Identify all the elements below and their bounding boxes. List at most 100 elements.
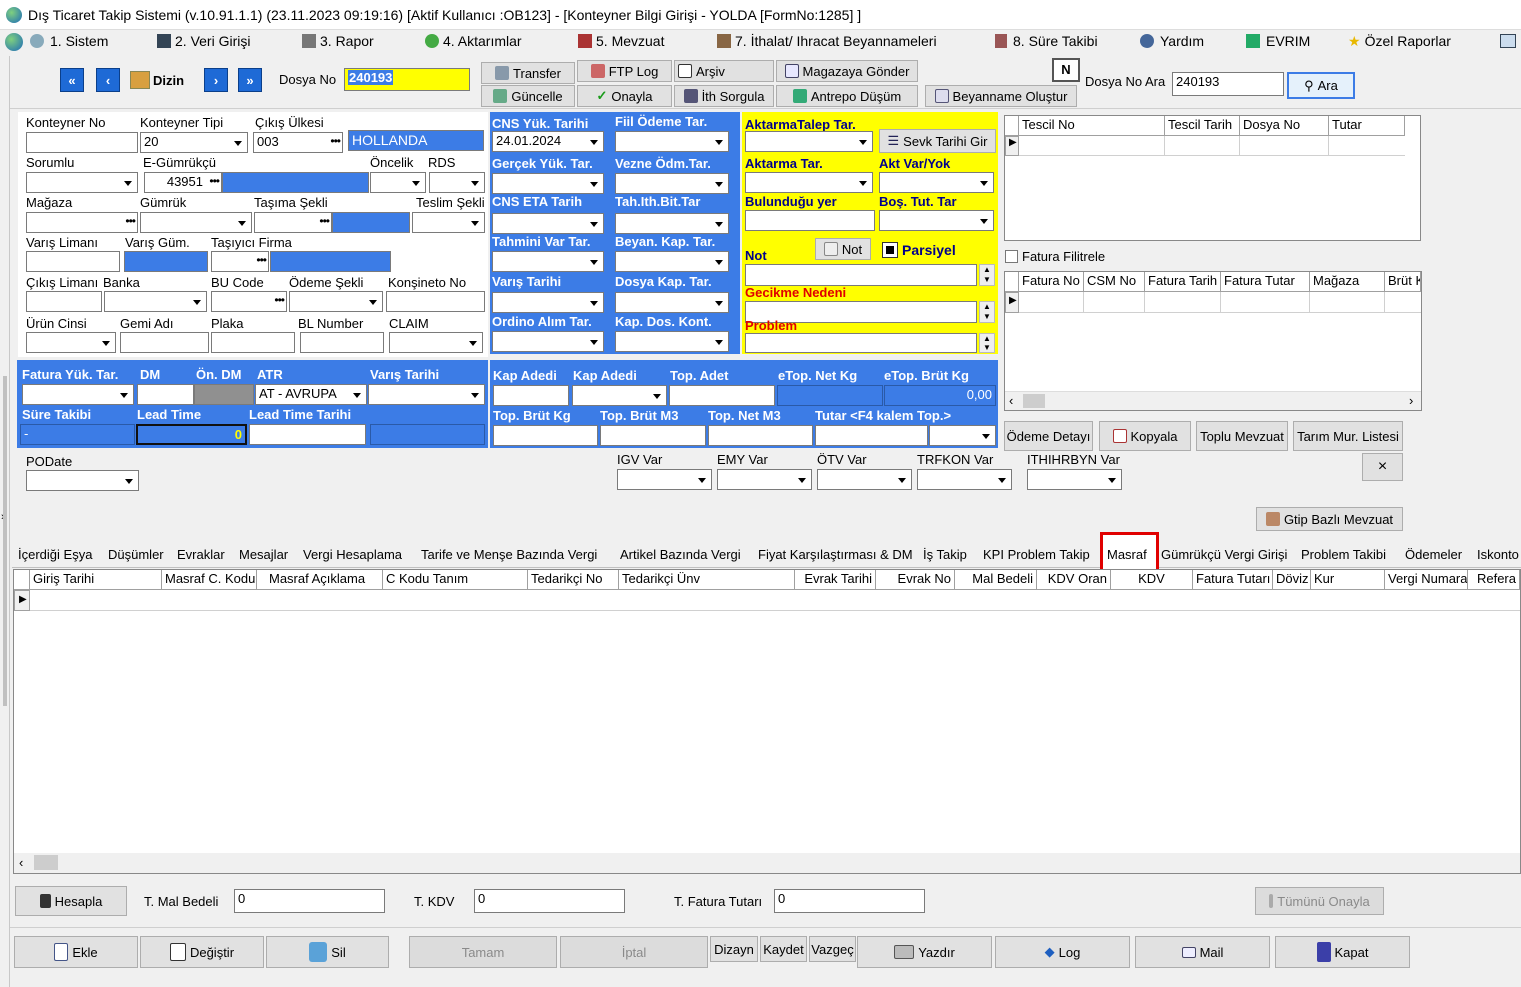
menu-rapor[interactable]: 3. Rapor [302,33,374,49]
not-scroll[interactable]: ▲ ▼ [979,264,995,286]
gemi-adi-input[interactable] [120,332,209,353]
e-gumrukcu-input[interactable]: 43951 ••• [144,172,222,193]
scroll-left-icon[interactable]: ‹ [1009,393,1013,408]
masraf-col-header[interactable]: Tedarikçi Ünv [619,570,795,590]
tab-artikel-bazinda[interactable]: Artikel Bazında Vergi [620,545,741,565]
otv-var-select[interactable] [817,469,912,490]
kaydet-button[interactable]: Kaydet [760,936,807,962]
bu-code-input[interactable]: ••• [211,291,287,312]
parsiyel-checkbox[interactable] [882,242,898,258]
sorumlu-select[interactable] [26,172,138,193]
tab-kpi-problem[interactable]: KPI Problem Takip [983,545,1090,565]
fatura-col-header[interactable]: Mağaza [1310,272,1385,292]
tab-evraklar[interactable]: Evraklar [177,545,225,565]
lookup-dots-icon[interactable]: ••• [209,174,220,188]
dosya-kap-select[interactable] [615,292,729,313]
masraf-hscrollbar[interactable]: ‹ [14,853,1520,873]
beyan-kap-select[interactable] [615,251,729,272]
scroll-thumb[interactable] [1023,394,1045,408]
menu-aktarimlar[interactable]: 4. Aktarımlar [425,33,522,49]
tamam-button[interactable]: Tamam [409,936,557,968]
top-net-m3-input[interactable] [708,425,813,446]
not-button[interactable]: Not [815,238,871,260]
fatura-row[interactable] [1019,292,1421,313]
degistir-button[interactable]: Değiştir [140,936,264,968]
plaka-input[interactable] [211,332,295,353]
menu-evrim[interactable]: EVRIM [1246,33,1310,49]
menu-mevzuat[interactable]: 5. Mevzuat [578,33,664,49]
cikis-ulkesi-code-input[interactable]: 003 ••• [253,132,343,153]
urun-cinsi-select[interactable] [26,332,116,353]
tab-dusumler[interactable]: Düşümler [108,545,164,565]
vezne-odm-select[interactable] [615,173,729,194]
ithihrbyn-var-select[interactable] [1027,469,1122,490]
fiil-odeme-select[interactable] [615,131,729,152]
masraf-col-header[interactable]: Vergi Numarası [1385,570,1468,590]
ith-sorgula-button[interactable]: İth Sorgula [674,85,774,107]
trfkon-var-select[interactable] [917,469,1012,490]
menu-sure-takibi[interactable]: 8. Süre Takibi [995,33,1098,49]
menu-window-icon[interactable] [1500,34,1516,48]
tescil-col-header[interactable]: Dosya No [1240,116,1329,136]
emy-var-select[interactable] [717,469,812,490]
vazgec-button[interactable]: Vazgeç [809,936,856,962]
lookup-dots-icon[interactable]: ••• [125,214,136,228]
odeme-sekli-select[interactable] [289,291,383,312]
lookup-dots-icon[interactable]: ••• [274,293,285,307]
gtip-bazli-mevzuat-button[interactable]: Gtip Bazlı Mevzuat [1256,507,1403,531]
last-record-button[interactable]: » [238,68,262,92]
cikis-limani-input[interactable] [26,291,102,312]
menu-yardim[interactable]: Yardım [1140,33,1204,49]
gercek-yuk-select[interactable] [492,173,604,194]
masraf-col-header[interactable]: Kur [1311,570,1385,590]
yazdir-button[interactable]: Yazdır [857,936,992,968]
dizin-button[interactable]: Dizin [130,68,192,92]
scroll-right-icon[interactable]: › [1409,393,1413,408]
left-splitter[interactable]: › [0,56,10,987]
masraf-col-header[interactable]: Refera [1468,570,1520,590]
cns-eta-select[interactable] [492,213,604,234]
tab-masraf-active[interactable]: Masraf [1100,532,1159,573]
fatura-col-header[interactable]: CSM No [1084,272,1145,292]
not-textarea[interactable] [745,264,977,286]
sevk-tarihi-gir-button[interactable]: ☰ Sevk Tarihi Gir [879,129,996,153]
varis-limani-input[interactable] [26,251,120,272]
tutar-currency-select[interactable] [929,425,996,446]
konteyner-no-input[interactable] [26,132,138,153]
masraf-col-header[interactable]: Döviz [1273,570,1311,590]
fatura-col-header[interactable]: Brüt K [1385,272,1421,292]
tahmini-var-select[interactable] [492,251,604,272]
tab-icerdigi-esya[interactable]: İçerdiği Eşya [18,545,92,565]
atr-select[interactable]: AT - AVRUPA [255,384,367,405]
dizayn-button[interactable]: Dizayn [710,936,758,962]
magaza-input[interactable]: ••• [26,212,138,233]
tescil-col-header[interactable]: Tescil Tarih [1165,116,1240,136]
ftp-log-button[interactable]: FTP Log [577,60,672,82]
log-button[interactable]: ◆ Log [995,936,1130,968]
bl-number-input[interactable] [300,332,384,353]
bos-tut-select[interactable] [879,210,994,231]
toplu-mevzuat-button[interactable]: Toplu Mevzuat [1196,421,1288,451]
lookup-dots-icon[interactable]: ••• [319,214,330,228]
igv-var-select[interactable] [617,469,712,490]
masraf-grid[interactable] [13,569,1521,874]
tab-masraf[interactable]: Masraf [1107,547,1147,562]
tumunu-onayla-button[interactable]: Tümünü Onayla [1255,887,1384,915]
kap-adedi-2-select[interactable] [572,385,667,406]
fatura-filtrele-checkbox[interactable] [1005,250,1018,263]
beyanname-olustur-button[interactable]: Beyanname Oluştur [925,85,1077,107]
tab-problem-takibi[interactable]: Problem Takibi [1301,545,1386,565]
lookup-dots-icon[interactable]: ••• [330,134,341,148]
guncelle-button[interactable]: Güncelle [481,85,575,107]
next-record-button[interactable]: › [204,68,228,92]
ordino-select[interactable] [492,331,604,352]
dm-input[interactable] [137,384,194,405]
sil-button[interactable]: Sil [266,936,389,968]
kapat-button[interactable]: Kapat [1275,936,1410,968]
tescil-row[interactable] [1019,136,1405,156]
odeme-detayi-button[interactable]: Ödeme Detayı [1004,421,1093,451]
iptal-button[interactable]: İptal [560,936,708,968]
masraf-col-header[interactable]: Masraf Açıklama [257,570,383,590]
masraf-col-header[interactable]: Masraf C. Kodu [162,570,257,590]
ara-button[interactable]: ⚲ Ara [1287,72,1355,99]
